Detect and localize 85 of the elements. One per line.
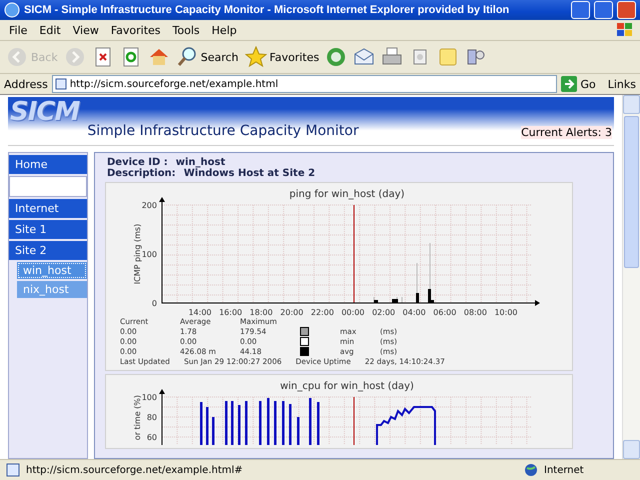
axis-label: or time (%) [133, 395, 142, 440]
axis-tick-label: 200 [142, 201, 157, 210]
cpu-bar [282, 401, 284, 445]
axis-tick-label: 18:00 [250, 308, 273, 317]
cpu-bar [297, 417, 300, 445]
cpu-bar [212, 417, 214, 445]
cpu-bar [200, 402, 202, 445]
cpu-bar [317, 402, 320, 445]
app-icon [4, 2, 20, 18]
cpu-bar [289, 404, 292, 445]
minimize-button[interactable] [571, 1, 590, 19]
close-button[interactable] [617, 1, 636, 19]
axis-tick-label: 80 [146, 413, 157, 422]
page-icon [54, 78, 67, 90]
window-title: SICM - Simple Infrastructure Capacity Monitor - Microsoft Internet Explorer provided by Itilon [24, 4, 510, 16]
page-title: Simple Infrastructure Capacity Monitor [87, 123, 360, 139]
axis-tick-label: 08:00 [464, 308, 487, 317]
go-arrow-icon [561, 76, 578, 92]
cpu-bar [231, 401, 234, 445]
description: Windows Host at Site 2 [184, 168, 316, 179]
cpu-bar [309, 398, 312, 445]
cpu-bar [259, 401, 262, 445]
cpu-bar [206, 407, 208, 445]
note-icon [437, 46, 460, 68]
axis-tick-label: 00:00 [341, 308, 365, 317]
graph-title: win_cpu for win_host (day) [280, 381, 414, 392]
device-id: win_host [176, 157, 226, 168]
axis-tick-label: 22:00 [310, 308, 334, 317]
status-text: http://sicm.sourceforge.net/example.html# [26, 464, 244, 476]
axis-label: ICMP ping (ms) [133, 224, 142, 284]
cpu-bar [245, 401, 248, 445]
axis-tick-label: 14:00 [188, 308, 212, 317]
cpu-bar [238, 405, 240, 445]
star-icon [244, 46, 267, 68]
home-icon [148, 46, 170, 68]
maximize-button[interactable] [594, 1, 613, 19]
menu-item[interactable]: Tools [168, 24, 205, 36]
axis-tick-label: 16:00 [219, 308, 242, 317]
avg-bar [392, 299, 398, 303]
scroll-thumb[interactable] [624, 116, 639, 268]
graph-title: ping for win_host (day) [289, 189, 405, 200]
note-button[interactable] [437, 46, 460, 68]
axis-tick-label: 04:00 [402, 308, 426, 317]
alerts-count: Current Alerts: 3 [521, 126, 612, 139]
cpu-bar [267, 398, 270, 445]
axis-tick-label: 06:00 [433, 308, 456, 317]
page-icon [6, 463, 20, 477]
nav-item[interactable]: Site 2 [9, 241, 87, 260]
zone-label: Internet [544, 464, 585, 476]
axis-tick-label: 02:00 [372, 308, 396, 317]
media-button[interactable] [325, 46, 348, 68]
description-label: Description: [107, 168, 176, 179]
axis-tick-label: 100 [142, 250, 157, 259]
search-icon [176, 46, 198, 68]
nav-item[interactable]: Internet [9, 199, 87, 218]
globe-icon [524, 463, 538, 477]
axis-tick-label: 100 [142, 393, 157, 402]
home-button[interactable] [148, 46, 170, 68]
nav-item[interactable]: Site 1 [9, 220, 87, 239]
go-button[interactable]: Go [561, 76, 596, 92]
menu-item[interactable]: File [4, 24, 32, 36]
search-button[interactable]: Search [176, 46, 239, 68]
cpu-line [376, 406, 436, 445]
cpu-bar [225, 401, 228, 445]
menu-item[interactable]: Help [206, 24, 242, 36]
menu-item[interactable]: Favorites [106, 24, 166, 36]
logo: SICM [10, 97, 80, 127]
links-button[interactable]: Links [608, 78, 636, 90]
axis-tick-label: 10:00 [494, 308, 518, 317]
address-field[interactable]: http://sicm.sourceforge.net/example.html [52, 75, 558, 93]
y-axis [159, 389, 165, 445]
axis-tick-label: 60 [146, 433, 157, 442]
axis-tick-label: 20:00 [280, 308, 304, 317]
address-label: Address [4, 78, 48, 90]
menu-item[interactable]: Edit [34, 24, 66, 36]
nav-item[interactable]: Home [9, 155, 87, 174]
cpu-bar [274, 401, 276, 445]
favorites-button[interactable]: Favorites [244, 46, 320, 68]
avg-bar [416, 293, 419, 303]
scrollbar[interactable] [622, 95, 640, 459]
device-id-label: Device ID : [107, 157, 168, 168]
media-icon [325, 46, 348, 68]
avg-bar [374, 300, 378, 303]
axis-tick-label: 0 [152, 299, 157, 308]
menu-item[interactable]: View [68, 24, 104, 36]
